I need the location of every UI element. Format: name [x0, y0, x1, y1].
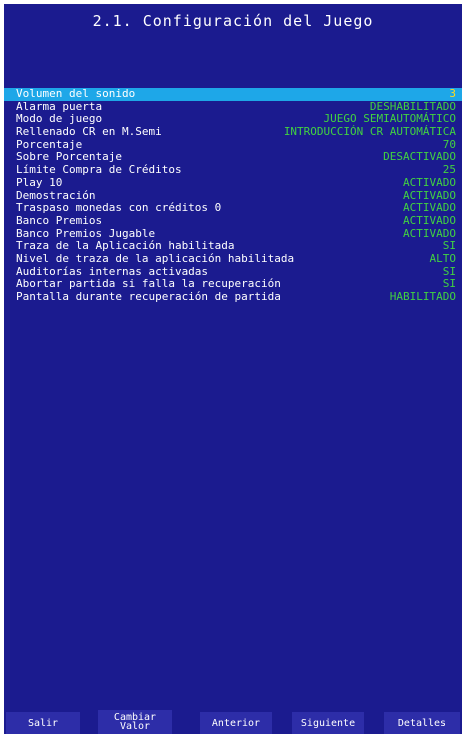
page-title: 2.1. Configuración del Juego — [92, 12, 374, 30]
change-value-button[interactable]: Cambiar Valor — [98, 710, 172, 734]
setting-label: Traspaso monedas con créditos 0 — [16, 201, 222, 215]
settings-list: Volumen del sonido 3 Alarma puerta DESHA… — [4, 87, 462, 304]
setting-row-sound-volume[interactable]: Volumen del sonido 3 — [4, 87, 462, 101]
setting-row-credit-limit[interactable]: Límite Compra de Créditos 25 — [4, 163, 462, 177]
footer-toolbar: Salir Cambiar Valor Anterior Siguiente D… — [4, 710, 462, 734]
setting-row-recovery-screen[interactable]: Pantalla durante recuperación de partida… — [4, 290, 462, 304]
exit-button[interactable]: Salir — [6, 712, 80, 734]
setting-label: Banco Premios — [16, 213, 103, 227]
next-button-label: Siguiente — [300, 717, 356, 729]
setting-row-prize-bank[interactable]: Banco Premios ACTIVADO — [4, 213, 462, 228]
setting-label: Límite Compra de Créditos — [16, 163, 182, 177]
setting-value: HABILITADO — [389, 290, 456, 303]
next-button[interactable]: Siguiente — [292, 712, 364, 734]
setting-value: ACTIVADO — [403, 213, 456, 227]
change-value-label-line2: Valor — [119, 721, 151, 732]
setting-value: 3 — [449, 87, 456, 100]
previous-button[interactable]: Anterior — [200, 712, 272, 734]
details-button[interactable]: Detalles — [384, 712, 460, 734]
previous-button-label: Anterior — [211, 717, 261, 729]
setting-row-coin-transfer[interactable]: Traspaso monedas con créditos 0 ACTIVADO — [4, 201, 462, 215]
setting-label: Rellenado CR en M.Semi — [16, 125, 162, 139]
setting-row-cr-refill[interactable]: Rellenado CR en M.Semi INTRODUCCIÓN CR A… — [4, 125, 462, 139]
config-screen: 2.1. Configuración del Juego Volumen del… — [4, 4, 462, 734]
setting-label: Nivel de traza de la aplicación habilita… — [16, 251, 295, 265]
setting-label: Pantalla durante recuperación de partida — [16, 290, 281, 303]
setting-value: INTRODUCCIÓN CR AUTOMÁTICA — [283, 125, 456, 139]
setting-row-play-10[interactable]: Play 10 ACTIVADO — [4, 175, 462, 190]
setting-label: Play 10 — [16, 175, 63, 189]
setting-value: ACTIVADO — [403, 175, 456, 189]
setting-row-trace-level[interactable]: Nivel de traza de la aplicación habilita… — [4, 251, 462, 266]
setting-value: ALTO — [429, 251, 457, 265]
setting-value: 25 — [442, 163, 456, 177]
setting-value: ACTIVADO — [403, 201, 456, 215]
exit-button-label: Salir — [27, 717, 59, 729]
details-button-label: Detalles — [397, 717, 447, 729]
setting-label: Volumen del sonido — [16, 87, 136, 100]
